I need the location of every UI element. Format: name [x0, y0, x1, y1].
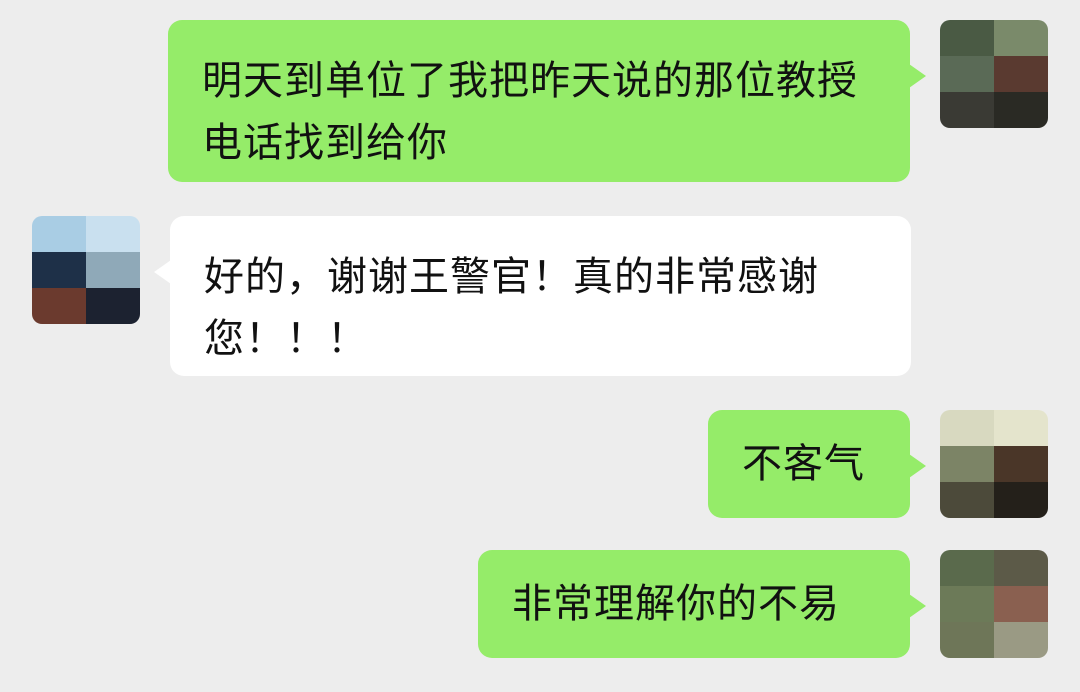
message-bubble[interactable]: 非常理解你的不易 — [478, 550, 926, 658]
chat-message-outgoing: 非常理解你的不易 — [0, 0, 1080, 692]
avatar-icon[interactable] — [940, 550, 1048, 658]
message-text: 非常理解你的不易 — [512, 581, 840, 627]
